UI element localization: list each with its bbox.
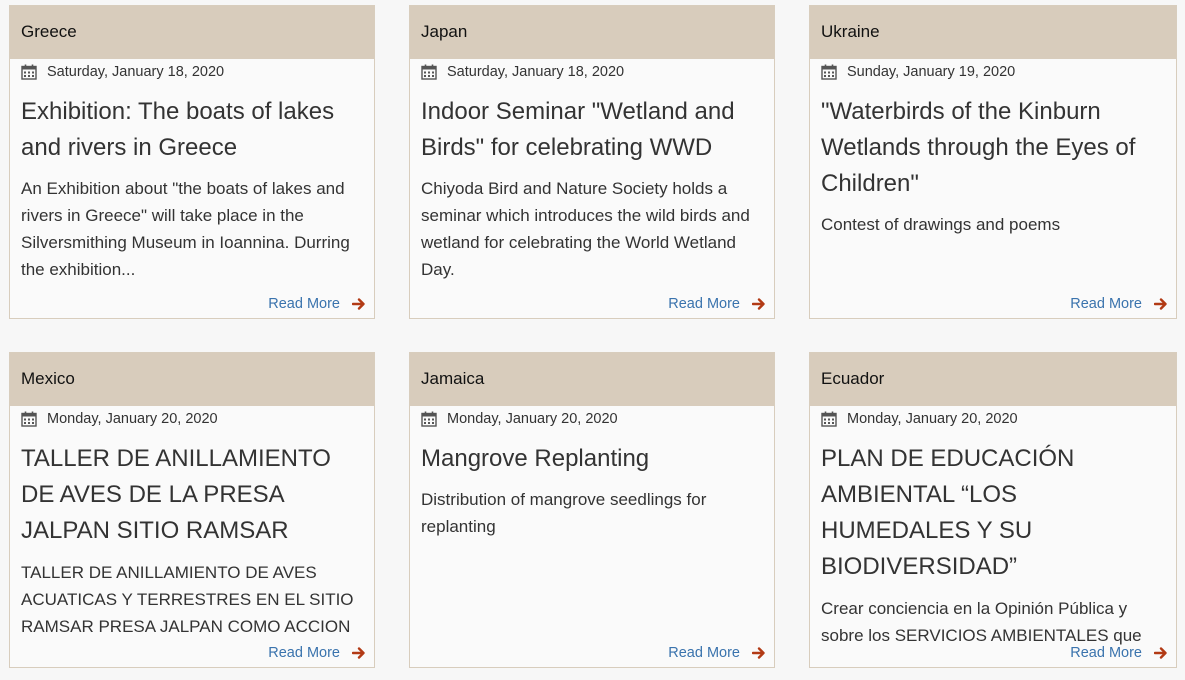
read-more-label: Read More	[1070, 645, 1142, 661]
arrow-right-icon	[1154, 647, 1167, 659]
read-more-label: Read More	[668, 645, 740, 661]
card-date: Saturday, January 18, 2020	[21, 62, 224, 82]
arrow-right-icon	[352, 647, 365, 659]
calendar-icon	[821, 411, 837, 427]
event-card: Mexico Monday, January 20, 2020 TALLER D…	[9, 352, 375, 668]
arrow-right-icon	[752, 298, 765, 310]
card-date-text: Monday, January 20, 2020	[447, 411, 618, 427]
read-more-link[interactable]: Read More	[664, 645, 766, 661]
card-title[interactable]: Mangrove Replanting	[421, 441, 766, 477]
read-more-label: Read More	[268, 296, 340, 312]
card-date: Monday, January 20, 2020	[821, 409, 1018, 429]
card-country: Greece	[10, 6, 374, 59]
event-card: Jamaica Monday, January 20, 2020 Mangrov…	[409, 352, 775, 668]
card-date-text: Monday, January 20, 2020	[847, 411, 1018, 427]
card-description: Contest of drawings and poems	[821, 215, 1061, 234]
card-description: Distribution of mangrove seedlings for r…	[421, 490, 707, 536]
card-description: Crear conciencia en la Opinión Pública y…	[821, 599, 1142, 645]
card-description: An Exhibition about "the boats of lakes …	[21, 179, 350, 279]
card-date: Saturday, January 18, 2020	[421, 62, 624, 82]
read-more-link[interactable]: Read More	[264, 296, 366, 312]
calendar-icon	[821, 64, 837, 80]
calendar-icon	[421, 411, 437, 427]
card-title[interactable]: Exhibition: The boats of lakes and river…	[21, 94, 366, 166]
read-more-label: Read More	[1070, 296, 1142, 312]
card-date: Monday, January 20, 2020	[21, 409, 218, 429]
arrow-right-icon	[1154, 298, 1167, 310]
card-country: Ecuador	[810, 353, 1176, 406]
event-card: Greece Saturday, January 18, 2020 Exhibi…	[9, 5, 375, 319]
card-date-text: Monday, January 20, 2020	[47, 411, 218, 427]
event-card: Ukraine Sunday, January 19, 2020 "Waterb…	[809, 5, 1177, 319]
card-title[interactable]: "Waterbirds of the Kinburn Wetlands thro…	[821, 94, 1168, 202]
card-description: Chiyoda Bird and Nature Society holds a …	[421, 179, 750, 279]
arrow-right-icon	[352, 298, 365, 310]
card-country: Ukraine	[810, 6, 1176, 59]
read-more-label: Read More	[668, 296, 740, 312]
card-title[interactable]: TALLER DE ANILLAMIENTO DE AVES DE LA PRE…	[21, 441, 366, 549]
event-card: Ecuador Monday, January 20, 2020 PLAN DE…	[809, 352, 1177, 668]
read-more-link[interactable]: Read More	[264, 645, 366, 661]
card-date-text: Sunday, January 19, 2020	[847, 64, 1016, 80]
card-date: Sunday, January 19, 2020	[821, 62, 1015, 82]
event-card: Japan Saturday, January 18, 2020 Indoor …	[409, 5, 775, 319]
arrow-right-icon	[752, 647, 765, 659]
card-date: Monday, January 20, 2020	[421, 409, 618, 429]
calendar-icon	[21, 411, 37, 427]
read-more-link[interactable]: Read More	[664, 296, 766, 312]
read-more-link[interactable]: Read More	[1066, 645, 1168, 661]
card-country: Japan	[410, 6, 774, 59]
card-description: TALLER DE ANILLAMIENTO DE AVES ACUATICAS…	[21, 563, 354, 636]
card-title[interactable]: Indoor Seminar "Wetland and Birds" for c…	[421, 94, 766, 166]
calendar-icon	[21, 64, 37, 80]
card-title[interactable]: PLAN DE EDUCACIÓN AMBIENTAL “LOS HUMEDAL…	[821, 441, 1168, 585]
read-more-link[interactable]: Read More	[1066, 296, 1168, 312]
card-date-text: Saturday, January 18, 2020	[47, 64, 225, 80]
card-date-text: Saturday, January 18, 2020	[447, 64, 625, 80]
read-more-label: Read More	[268, 645, 340, 661]
calendar-icon	[421, 64, 437, 80]
card-country: Mexico	[10, 353, 374, 406]
card-country: Jamaica	[410, 353, 774, 406]
